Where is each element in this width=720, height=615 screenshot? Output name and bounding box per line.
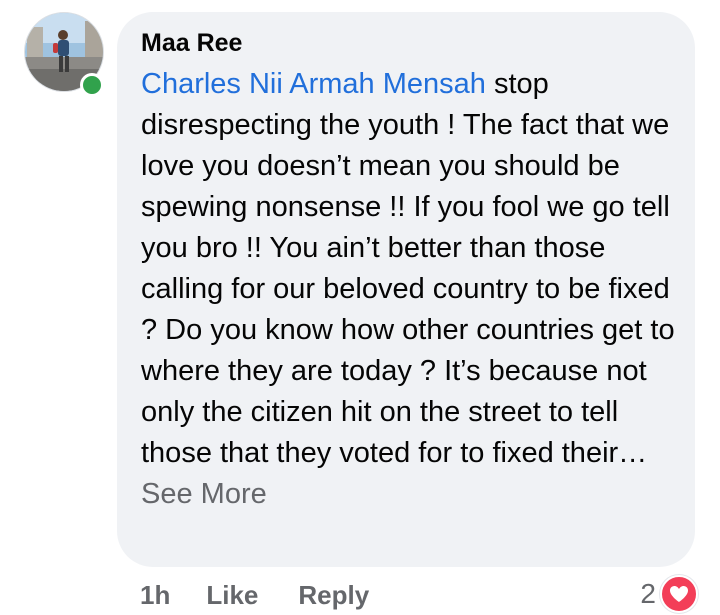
comment-body: stop disrespecting the youth ! The fact … bbox=[141, 68, 675, 469]
comment-bubble: Maa Ree Charles Nii Armah Mensah stop di… bbox=[117, 12, 695, 567]
mention-link[interactable]: Charles Nii Armah Mensah bbox=[141, 68, 486, 100]
avatar-container[interactable] bbox=[24, 12, 104, 97]
see-more-link[interactable]: See More bbox=[141, 478, 267, 510]
reply-button[interactable]: Reply bbox=[298, 578, 369, 612]
comment-author[interactable]: Maa Ree bbox=[141, 28, 671, 58]
heart-icon bbox=[660, 575, 698, 613]
like-button[interactable]: Like bbox=[206, 578, 258, 612]
online-status-dot bbox=[80, 73, 104, 97]
comment-text: Charles Nii Armah Mensah stop disrespect… bbox=[141, 64, 681, 515]
reaction-summary[interactable]: 2 bbox=[640, 575, 698, 613]
comment-actions: 1h Like Reply bbox=[140, 578, 369, 612]
reaction-count: 2 bbox=[640, 578, 656, 609]
comment-timestamp[interactable]: 1h bbox=[140, 578, 170, 612]
